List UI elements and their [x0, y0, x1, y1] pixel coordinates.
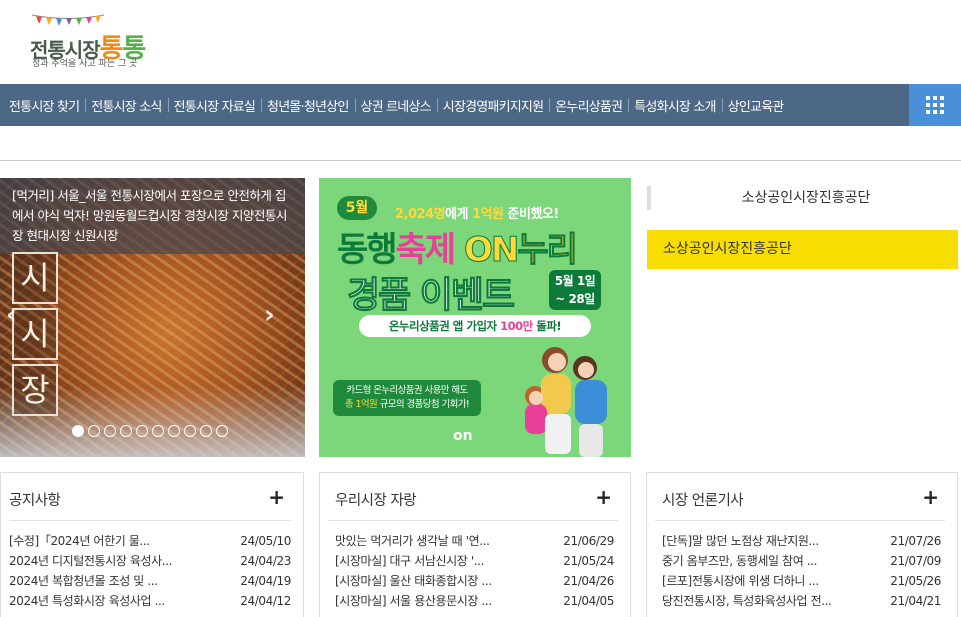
nav-item-renaissance[interactable]: 상권 르네상스 — [354, 96, 437, 115]
board-title: 우리시장 자랑 — [335, 493, 417, 509]
list-item[interactable]: 맛있는 먹거리가 생각날 때 '연... 21/06/29 — [335, 531, 614, 551]
slider-dot[interactable] — [104, 425, 116, 437]
slider-dot[interactable] — [168, 425, 180, 437]
bunting-flags-icon — [32, 14, 104, 26]
banner-pill: 온누리상품권 앱 가입자 100만 돌파! — [359, 315, 591, 337]
slider-dot[interactable] — [200, 425, 212, 437]
list-item[interactable]: [시장마실] 서울 용산용문시장 ... 21/04/05 — [335, 591, 614, 611]
slider-dot[interactable] — [120, 425, 132, 437]
list-item[interactable]: [단독]말 많던 노점상 재난지원... 21/07/26 — [662, 531, 941, 551]
nav-item-onnuri[interactable]: 온누리상품권 — [549, 96, 628, 115]
org-label: 소상공인시장진흥공단 — [647, 186, 961, 210]
event-banner[interactable]: 5월 2,024명에게 1억원 준비했오! 동행축제 ON누리 경품 이벤트 5… — [319, 178, 631, 457]
onnuri-logo: on — [453, 428, 473, 444]
slider-dot[interactable] — [72, 425, 84, 437]
slider-next-icon[interactable]: › — [264, 300, 275, 330]
banner-title: 동행축제 ON누리 — [337, 230, 578, 271]
org-link-button[interactable]: 소상공인시장진흥공단 — [647, 230, 958, 269]
banner-subtitle: 경품 이벤트 — [346, 275, 515, 317]
board-title: 시장 언론기사 — [662, 493, 744, 509]
more-plus-icon[interactable]: + — [595, 487, 612, 507]
slider-pagination — [72, 425, 228, 437]
logo-tagline: 정과 추억을 사고 파는 그 곳 — [32, 59, 138, 69]
list-item[interactable]: [수정]「2024년 어한기 물... 24/05/10 — [9, 531, 291, 551]
nav-item-market-news[interactable]: 전통시장 소식 — [85, 96, 167, 115]
section-divider — [0, 160, 961, 161]
list-item[interactable]: [시장마실] 울산 태화종합시장 ... 21/04/26 — [335, 571, 614, 591]
site-header: 전통시장통통 정과 추억을 사고 파는 그 곳 — [0, 0, 961, 84]
nav-item-archive[interactable]: 전통시장 자료실 — [167, 96, 261, 115]
family-illustration-icon — [525, 347, 607, 457]
site-logo[interactable]: 전통시장통통 정과 추억을 사고 파는 그 곳 — [30, 10, 160, 70]
nav-item-youth-mall[interactable]: 청년몰·청년상인 — [261, 96, 354, 115]
more-plus-icon[interactable]: + — [268, 487, 285, 507]
slider-prev-icon[interactable]: ‹ — [6, 300, 17, 330]
slider-dot[interactable] — [216, 425, 228, 437]
slider-caption[interactable]: [먹거리] 서울_서울 전통시장에서 포장으로 안전하게 집에서 야식 먹자! … — [0, 178, 305, 254]
nav-item-find-market[interactable]: 전통시장 찾기 — [3, 96, 85, 115]
banner-note: 카드형 온누리상품권 사용만 해도 총 1억원 규모의 경품당첨 기회가! — [333, 380, 481, 416]
nav-item-package-support[interactable]: 시장경영패키지지원 — [436, 96, 549, 115]
list-item[interactable]: 2024년 특성화시장 육성사업 ... 24/04/12 — [9, 591, 291, 611]
more-plus-icon[interactable]: + — [922, 487, 939, 507]
press-board: 시장 언론기사 + [단독]말 많던 노점상 재난지원... 21/07/26 중… — [646, 472, 958, 617]
list-item[interactable]: 2024년 복합청년몰 조성 및 ... 24/04/19 — [9, 571, 291, 591]
market-sign: 시 시 장 — [12, 252, 58, 416]
slider-dot[interactable] — [88, 425, 100, 437]
slider-dot[interactable] — [136, 425, 148, 437]
list-item[interactable]: [시장마실] 대구 서남신시장 '... 21/05/24 — [335, 551, 614, 571]
list-item[interactable]: 2024년 디지털전통시장 육성사... 24/04/23 — [9, 551, 291, 571]
list-item[interactable]: [르포]전통시장에 위생 더하니 ... 21/05/26 — [662, 571, 941, 591]
market-pride-board: 우리시장 자랑 + 맛있는 먹거리가 생각날 때 '연... 21/06/29 [… — [319, 472, 631, 617]
grid-menu-icon — [926, 96, 944, 114]
banner-date-badge: 5월 1일 ~ 28일 — [549, 270, 601, 310]
all-menu-button[interactable] — [909, 84, 961, 126]
nav-item-merchant-education[interactable]: 상인교육관 — [721, 96, 790, 115]
list-item[interactable]: 중기 옴부즈만, 동행세일 참여 ... 21/07/09 — [662, 551, 941, 571]
notice-board: 공지사항 + [수정]「2024년 어한기 물... 24/05/10 2024년… — [0, 472, 304, 617]
banner-headline: 2,024명에게 1억원 준비했오! — [395, 207, 559, 222]
slider-dot[interactable] — [152, 425, 164, 437]
main-nav: 전통시장 찾기 전통시장 소식 전통시장 자료실 청년몰·청년상인 상권 르네상… — [0, 84, 961, 126]
board-title: 공지사항 — [9, 493, 61, 509]
banner-month-badge: 5월 — [337, 196, 377, 220]
nav-item-specialized-market[interactable]: 특성화시장 소개 — [628, 96, 721, 115]
list-item[interactable]: 당진전통시장, 특성화육성사업 전... 21/04/21 — [662, 591, 941, 611]
slider-dot[interactable] — [184, 425, 196, 437]
